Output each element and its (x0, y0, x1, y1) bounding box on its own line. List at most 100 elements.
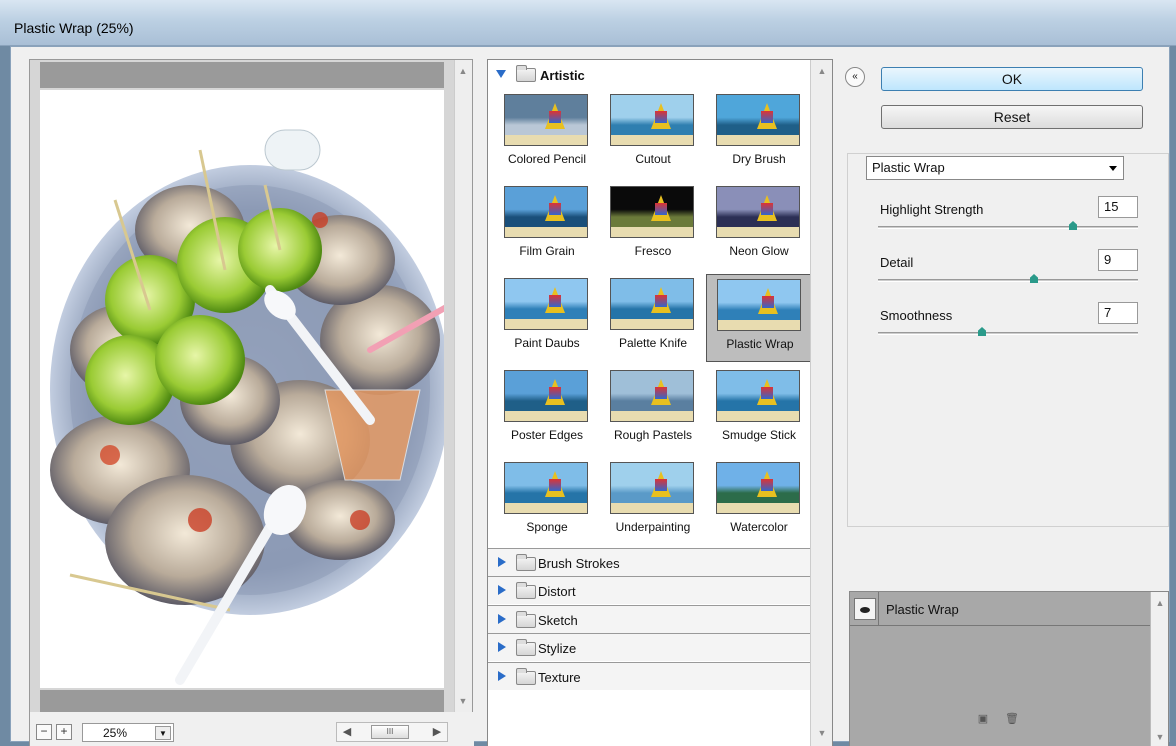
scroll-up-icon[interactable]: ▲ (455, 64, 471, 78)
filter-thumb[interactable]: Fresco (600, 182, 706, 270)
filter-thumb[interactable]: Poster Edges (494, 366, 600, 454)
category-label: Distort (538, 584, 576, 600)
zoom-select[interactable]: 25% ▼ (82, 723, 174, 742)
filter-preview-image (610, 186, 694, 238)
filter-preview-image (716, 186, 800, 238)
filter-preview-image (610, 94, 694, 146)
filter-thumb[interactable]: Cutout (600, 90, 706, 178)
filter-preview-image (504, 186, 588, 238)
category-brush-strokes[interactable]: Brush Strokes (488, 548, 810, 576)
filter-preview-image (716, 370, 800, 422)
filter-thumb[interactable]: Dry Brush (706, 90, 812, 178)
filter-thumb-label: Underpainting (615, 520, 691, 534)
param-label: Highlight Strength (880, 202, 984, 217)
window-title: Plastic Wrap (25%) (14, 20, 134, 36)
category-stylize[interactable]: Stylize (488, 633, 810, 662)
preview-top-bar (40, 62, 444, 88)
category-distort[interactable]: Distort (488, 576, 810, 605)
filter-preview-image (717, 279, 801, 331)
category-artistic[interactable]: Artistic (488, 60, 810, 88)
filter-thumb-label: Smudge Stick (721, 428, 797, 442)
filter-thumb[interactable]: Film Grain (494, 182, 600, 270)
slider-handle[interactable] (1069, 221, 1077, 230)
param-slider[interactable] (878, 221, 1138, 230)
scroll-up-icon[interactable]: ▲ (814, 64, 830, 78)
folder-icon (516, 639, 536, 657)
preview-pane: ▲ ▼ − + 25% ▼ ◀ III ▶ (29, 59, 474, 746)
filter-thumb-label: Palette Knife (618, 336, 688, 350)
filter-thumb-label: Paint Daubs (514, 336, 580, 350)
filter-thumb[interactable]: Underpainting (600, 458, 706, 546)
param-slider[interactable] (878, 274, 1138, 283)
filter-preview-image (610, 278, 694, 330)
expand-triangle-icon[interactable] (498, 642, 506, 653)
scroll-down-icon[interactable]: ▼ (455, 694, 471, 708)
scroll-up-icon[interactable]: ▲ (1152, 596, 1168, 610)
zoom-out-button[interactable]: − (36, 724, 52, 740)
category-label: Texture (538, 669, 581, 685)
filter-thumb[interactable]: Colored Pencil (494, 90, 600, 178)
filter-gallery: Artistic Colored Pencil Cutout Dry Brush Fi… (487, 59, 833, 746)
window-titlebar: Plastic Wrap (25%) (0, 0, 1176, 46)
zoom-value: 25% (103, 726, 128, 740)
filter-thumb[interactable]: Smudge Stick (706, 366, 812, 454)
param-value-input[interactable]: 15 (1098, 196, 1138, 218)
category-label: Brush Strokes (538, 556, 620, 571)
slider-handle[interactable] (1030, 274, 1038, 283)
filter-thumb-label: Plastic Wrap (726, 337, 794, 351)
param-value-input[interactable]: 9 (1098, 249, 1138, 271)
param-value-input[interactable]: 7 (1098, 302, 1138, 324)
effect-layer-label: Plastic Wrap (886, 602, 959, 617)
preview-horizontal-scrollbar[interactable]: ◀ III ▶ (336, 722, 448, 742)
expanded-triangle-icon[interactable] (496, 70, 506, 78)
filter-thumb-label: Dry Brush (732, 152, 786, 166)
scroll-right-icon[interactable]: ▶ (431, 726, 443, 738)
filter-thumb[interactable]: Neon Glow (706, 182, 812, 270)
filter-thumb-label: Fresco (634, 244, 672, 258)
folder-open-icon (516, 65, 536, 82)
category-sketch[interactable]: Sketch (488, 604, 810, 633)
filter-thumb[interactable]: Paint Daubs (494, 274, 600, 362)
new-effect-layer-icon[interactable]: ▣ (977, 713, 989, 725)
effect-layer-row[interactable]: Plastic Wrap (850, 592, 1150, 626)
scroll-down-icon[interactable]: ▼ (1152, 730, 1168, 744)
preview-image (50, 129, 444, 685)
filter-thumb-label: Neon Glow (729, 244, 789, 258)
filter-gallery-list: Artistic Colored Pencil Cutout Dry Brush Fi… (488, 60, 812, 746)
scroll-left-icon[interactable]: ◀ (341, 726, 353, 738)
filter-thumb[interactable]: Sponge (494, 458, 600, 546)
trash-icon[interactable]: 🗑 (1005, 713, 1019, 725)
filter-thumb[interactable]: Palette Knife (600, 274, 706, 362)
filter-thumb[interactable]: Rough Pastels (600, 366, 706, 454)
reset-button[interactable]: Reset (881, 105, 1143, 129)
ok-button[interactable]: OK (881, 67, 1143, 91)
filter-preview-image (610, 370, 694, 422)
filter-thumb[interactable]: Plastic Wrap (706, 274, 812, 362)
expand-triangle-icon[interactable] (498, 670, 506, 681)
param-label: Smoothness (880, 308, 953, 323)
filter-select[interactable]: Plastic Wrap (866, 156, 1124, 180)
preview-canvas[interactable] (40, 90, 444, 688)
category-texture[interactable]: Texture (488, 661, 810, 690)
layers-scrollbar[interactable]: ▲ ▼ (1150, 592, 1168, 746)
scroll-thumb[interactable]: III (371, 725, 409, 739)
expand-triangle-icon[interactable] (498, 557, 506, 567)
param-slider[interactable] (878, 327, 1138, 336)
filter-thumb-label: Colored Pencil (507, 152, 587, 166)
visibility-eye-icon[interactable] (854, 598, 876, 620)
preview-vertical-scrollbar[interactable]: ▲ ▼ (454, 60, 472, 712)
chevron-down-icon[interactable]: ▼ (155, 726, 171, 740)
zoom-in-button[interactable]: + (56, 724, 72, 740)
scroll-down-icon[interactable]: ▼ (814, 726, 830, 740)
category-label: Artistic (540, 68, 585, 83)
category-label: Sketch (538, 612, 578, 628)
slider-handle[interactable] (978, 327, 986, 336)
expand-triangle-icon[interactable] (498, 585, 506, 596)
filter-thumb-label: Rough Pastels (613, 428, 693, 442)
filter-thumb[interactable]: Watercolor (706, 458, 812, 546)
collapse-gallery-button[interactable]: « (845, 67, 865, 87)
gallery-scrollbar[interactable]: ▲ ▼ (810, 60, 832, 746)
expand-triangle-icon[interactable] (498, 613, 506, 624)
category-label: Stylize (538, 641, 577, 657)
filter-preview-image (716, 462, 800, 514)
